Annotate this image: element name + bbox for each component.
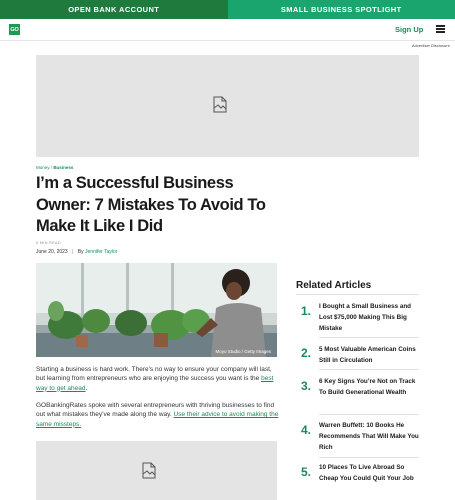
article-paragraph-1: Starting a business is hard work. There’… (36, 365, 280, 393)
related-item[interactable]: 1. I Bought a Small Business and Lost $7… (296, 301, 419, 335)
hero-image: Moyo Studio / Getty Images (36, 263, 277, 357)
advertiser-disclosure-link[interactable]: Advertiser Disclosure (412, 43, 450, 48)
paragraph-1-text: Starting a business is hard work. There’… (36, 366, 272, 383)
related-divider (319, 369, 419, 370)
related-number: 1. (301, 304, 312, 318)
ad-placeholder-top (36, 55, 419, 157)
related-item[interactable]: 5. 10 Places To Live Abroad So Cheap You… (296, 462, 419, 496)
author-link[interactable]: Jennifer Taylor (85, 249, 117, 255)
publish-date: June 20, 2023 (36, 249, 68, 255)
byline-separator: | (72, 249, 74, 255)
byline: June 20, 2023 | By Jennifer Taylor (36, 249, 117, 255)
related-item[interactable]: 2. 5 Most Valuable American Coins Still … (296, 344, 419, 366)
paragraph-1-end: . (85, 384, 88, 392)
related-number: 3. (301, 379, 312, 393)
article-paragraph-2: GOBankingRates spoke with several entrep… (36, 401, 280, 429)
related-number: 4. (301, 423, 312, 437)
by-label: By (77, 249, 84, 255)
site-logo[interactable]: GO (9, 24, 20, 35)
related-articles-heading: Related Articles (296, 280, 372, 291)
breadcrumb-separator: / (50, 165, 53, 170)
breadcrumb-business[interactable]: Business (53, 165, 73, 170)
read-time: 5 MIN READ (36, 240, 61, 245)
related-item[interactable]: 4. Warren Buffett: 10 Books He Recommend… (296, 420, 419, 454)
hamburger-menu-icon[interactable] (436, 25, 445, 33)
breadcrumb-money[interactable]: Money (36, 165, 50, 170)
promo-bar: OPEN BANK ACCOUNT SMALL BUSINESS SPOTLIG… (0, 0, 455, 19)
related-link[interactable]: 10 Places To Live Abroad So Cheap You Co… (319, 462, 419, 484)
site-header: GO Sign Up (0, 19, 455, 41)
related-number: 5. (301, 465, 312, 479)
article-title: I’m a Successful Business Owner: 7 Mista… (36, 174, 266, 235)
broken-image-icon (142, 462, 156, 479)
related-number: 2. (301, 346, 312, 360)
related-link[interactable]: 5 Most Valuable American Coins Still in … (319, 344, 419, 366)
related-link[interactable]: I Bought a Small Business and Lost $75,0… (319, 301, 419, 334)
open-bank-account-link[interactable]: OPEN BANK ACCOUNT (0, 0, 228, 19)
related-divider (319, 337, 419, 338)
sign-up-link[interactable]: Sign Up (395, 25, 423, 34)
related-link[interactable]: 6 Key Signs You’re Not on Track To Build… (319, 376, 419, 398)
related-item[interactable]: 3. 6 Key Signs You’re Not on Track To Bu… (296, 376, 419, 410)
breadcrumb: Money / Business (36, 165, 73, 170)
related-divider (296, 294, 419, 295)
related-divider (319, 414, 419, 415)
ad-placeholder-bottom (36, 441, 277, 500)
image-credit: Moyo Studio / Getty Images (215, 349, 271, 354)
related-divider (319, 457, 419, 458)
hero-photo (36, 263, 277, 357)
related-link[interactable]: Warren Buffett: 10 Books He Recommends T… (319, 420, 419, 453)
small-business-spotlight-link[interactable]: SMALL BUSINESS SPOTLIGHT (227, 0, 455, 19)
broken-image-icon (213, 96, 227, 113)
